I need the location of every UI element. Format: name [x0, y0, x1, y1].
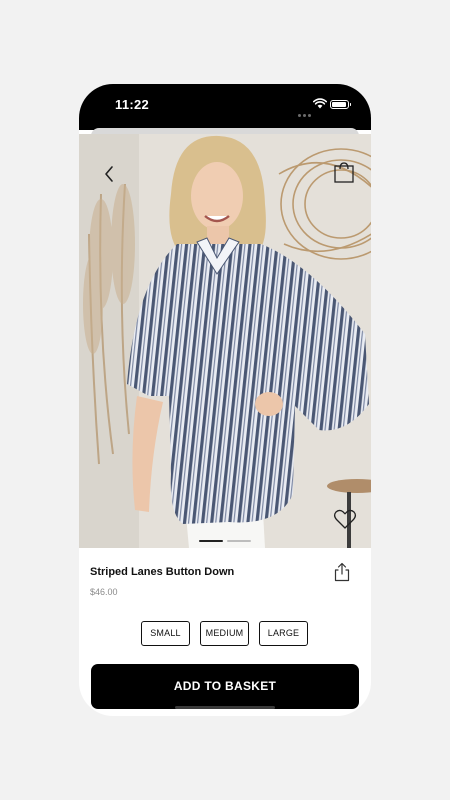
status-time: 11:22: [115, 97, 150, 112]
add-to-basket-button[interactable]: ADD TO BASKET: [91, 664, 359, 709]
size-small-button[interactable]: SMALL: [141, 621, 190, 646]
signal-dots-icon: [296, 104, 311, 122]
chevron-left-icon: [105, 166, 113, 182]
product-title: Striped Lanes Button Down: [90, 566, 235, 578]
size-medium-button[interactable]: MEDIUM: [200, 621, 249, 646]
product-image[interactable]: [79, 134, 371, 548]
product-price: $46.00: [90, 587, 118, 597]
status-bar: 11:22: [79, 84, 371, 130]
home-indicator: [175, 706, 275, 709]
shopping-bag-icon: [334, 162, 354, 183]
back-button[interactable]: [97, 162, 121, 186]
phone-frame: 11:22 Striped Lanes Button Down $46.00 S…: [79, 84, 371, 716]
heart-icon: [333, 509, 357, 529]
share-button[interactable]: [333, 562, 351, 582]
wifi-icon: [313, 98, 327, 109]
bag-button[interactable]: [333, 160, 355, 184]
share-icon: [334, 562, 350, 582]
image-page-indicator: [199, 540, 253, 542]
product-photo-icon: [79, 134, 371, 548]
favorite-button[interactable]: [333, 508, 357, 530]
size-large-button[interactable]: LARGE: [259, 621, 308, 646]
battery-icon: [330, 100, 351, 109]
